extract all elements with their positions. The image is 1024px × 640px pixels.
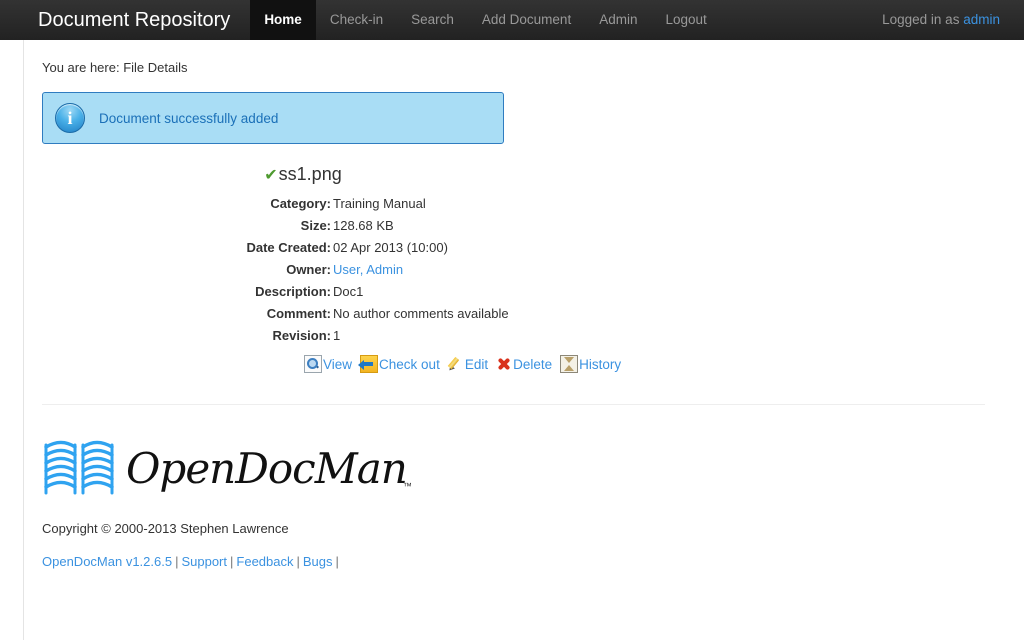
- nav-link-admin[interactable]: Admin: [585, 0, 651, 40]
- detail-label-comment: Comment:: [42, 303, 333, 325]
- detail-value-size: 128.68 KB: [333, 215, 509, 237]
- footer-link-version[interactable]: OpenDocMan v1.2.6.5: [42, 554, 172, 569]
- footer-separator-4: |: [336, 554, 339, 569]
- history-action-link[interactable]: History: [560, 355, 621, 373]
- footer-link-bugs[interactable]: Bugs: [303, 554, 333, 569]
- logo-trademark: ™: [403, 481, 411, 491]
- detail-label-revision: Revision:: [42, 325, 333, 347]
- success-alert: Document successfully added: [42, 92, 504, 144]
- nav-link-add-document[interactable]: Add Document: [468, 0, 585, 40]
- logged-in-status: Logged in as admin: [882, 0, 1000, 40]
- detail-value-date-created: 02 Apr 2013 (10:00): [333, 237, 509, 259]
- detail-label-description: Description:: [42, 281, 333, 303]
- detail-row-size: Size: 128.68 KB: [42, 215, 509, 237]
- footer-links: OpenDocMan v1.2.6.5|Support|Feedback|Bug…: [42, 554, 984, 569]
- detail-row-owner: Owner: User, Admin: [42, 259, 509, 281]
- info-icon: [55, 103, 85, 133]
- page-left-border: [23, 40, 24, 640]
- nav-item-home: Home: [250, 0, 316, 40]
- page-container: You are here: File Details Document succ…: [0, 40, 1024, 640]
- page-footer: OpenDocMan™ Copyright © 2000-2013 Stephe…: [42, 405, 984, 569]
- detail-value-description: Doc1: [333, 281, 509, 303]
- red-x-icon: [496, 356, 512, 372]
- hourglass-icon: [560, 355, 578, 373]
- nav-link-logout[interactable]: Logout: [651, 0, 720, 40]
- edit-action-label: Edit: [465, 357, 488, 372]
- pencil-icon: [448, 356, 464, 372]
- nav-item-admin: Admin: [585, 0, 651, 40]
- logged-in-username-link[interactable]: admin: [963, 12, 1000, 27]
- footer-link-feedback[interactable]: Feedback: [236, 554, 293, 569]
- opendocman-logo: OpenDocMan™: [42, 431, 984, 505]
- file-action-links: View Check out Edit Delete History: [42, 355, 984, 373]
- file-title: ✔ss1.png: [42, 164, 984, 185]
- navbar-brand[interactable]: Document Repository: [0, 0, 250, 40]
- file-details-table: Category: Training Manual Size: 128.68 K…: [42, 193, 509, 347]
- nav-link-home[interactable]: Home: [250, 0, 316, 40]
- detail-row-date-created: Date Created: 02 Apr 2013 (10:00): [42, 237, 509, 259]
- detail-value-revision: 1: [333, 325, 509, 347]
- nav-item-checkin: Check-in: [316, 0, 397, 40]
- delete-action-label: Delete: [513, 357, 552, 372]
- footer-separator-1: |: [175, 554, 178, 569]
- view-action-label: View: [323, 357, 352, 372]
- nav-link-search[interactable]: Search: [397, 0, 468, 40]
- detail-row-description: Description: Doc1: [42, 281, 509, 303]
- detail-label-size: Size:: [42, 215, 333, 237]
- copyright-text: Copyright © 2000-2013 Stephen Lawrence: [42, 521, 984, 536]
- logged-in-label: Logged in as: [882, 12, 959, 27]
- delete-action-link[interactable]: Delete: [496, 356, 552, 372]
- detail-value-category: Training Manual: [333, 193, 509, 215]
- check-icon: ✔: [264, 167, 277, 184]
- navbar-menu: Home Check-in Search Add Document Admin …: [250, 0, 720, 40]
- detail-label-owner: Owner:: [42, 259, 333, 281]
- nav-item-search: Search: [397, 0, 468, 40]
- detail-row-revision: Revision: 1: [42, 325, 509, 347]
- page-content: You are here: File Details Document succ…: [0, 40, 1024, 569]
- detail-value-owner: User, Admin: [333, 259, 509, 281]
- top-navbar: Document Repository Home Check-in Search…: [0, 0, 1024, 40]
- detail-row-comment: Comment: No author comments available: [42, 303, 509, 325]
- history-action-label: History: [579, 357, 621, 372]
- footer-separator-2: |: [230, 554, 233, 569]
- magnifier-icon: [304, 355, 322, 373]
- logo-wordmark-text: OpenDocMan: [126, 444, 407, 493]
- footer-link-support[interactable]: Support: [181, 554, 227, 569]
- open-book-icon: [42, 437, 116, 499]
- detail-value-comment: No author comments available: [333, 303, 509, 325]
- owner-link[interactable]: User, Admin: [333, 262, 403, 277]
- view-action-link[interactable]: View: [304, 355, 352, 373]
- checkout-action-label: Check out: [379, 357, 440, 372]
- checkout-arrow-icon: [360, 355, 378, 373]
- detail-row-category: Category: Training Manual: [42, 193, 509, 215]
- nav-item-logout: Logout: [651, 0, 720, 40]
- detail-label-category: Category:: [42, 193, 333, 215]
- file-name: ss1.png: [279, 164, 342, 184]
- nav-link-checkin[interactable]: Check-in: [316, 0, 397, 40]
- detail-label-date-created: Date Created:: [42, 237, 333, 259]
- alert-message: Document successfully added: [99, 111, 278, 126]
- nav-item-add-document: Add Document: [468, 0, 585, 40]
- footer-separator-3: |: [297, 554, 300, 569]
- logo-wordmark: OpenDocMan™: [126, 444, 407, 493]
- edit-action-link[interactable]: Edit: [448, 356, 488, 372]
- breadcrumb: You are here: File Details: [42, 60, 984, 75]
- checkout-action-link[interactable]: Check out: [360, 355, 440, 373]
